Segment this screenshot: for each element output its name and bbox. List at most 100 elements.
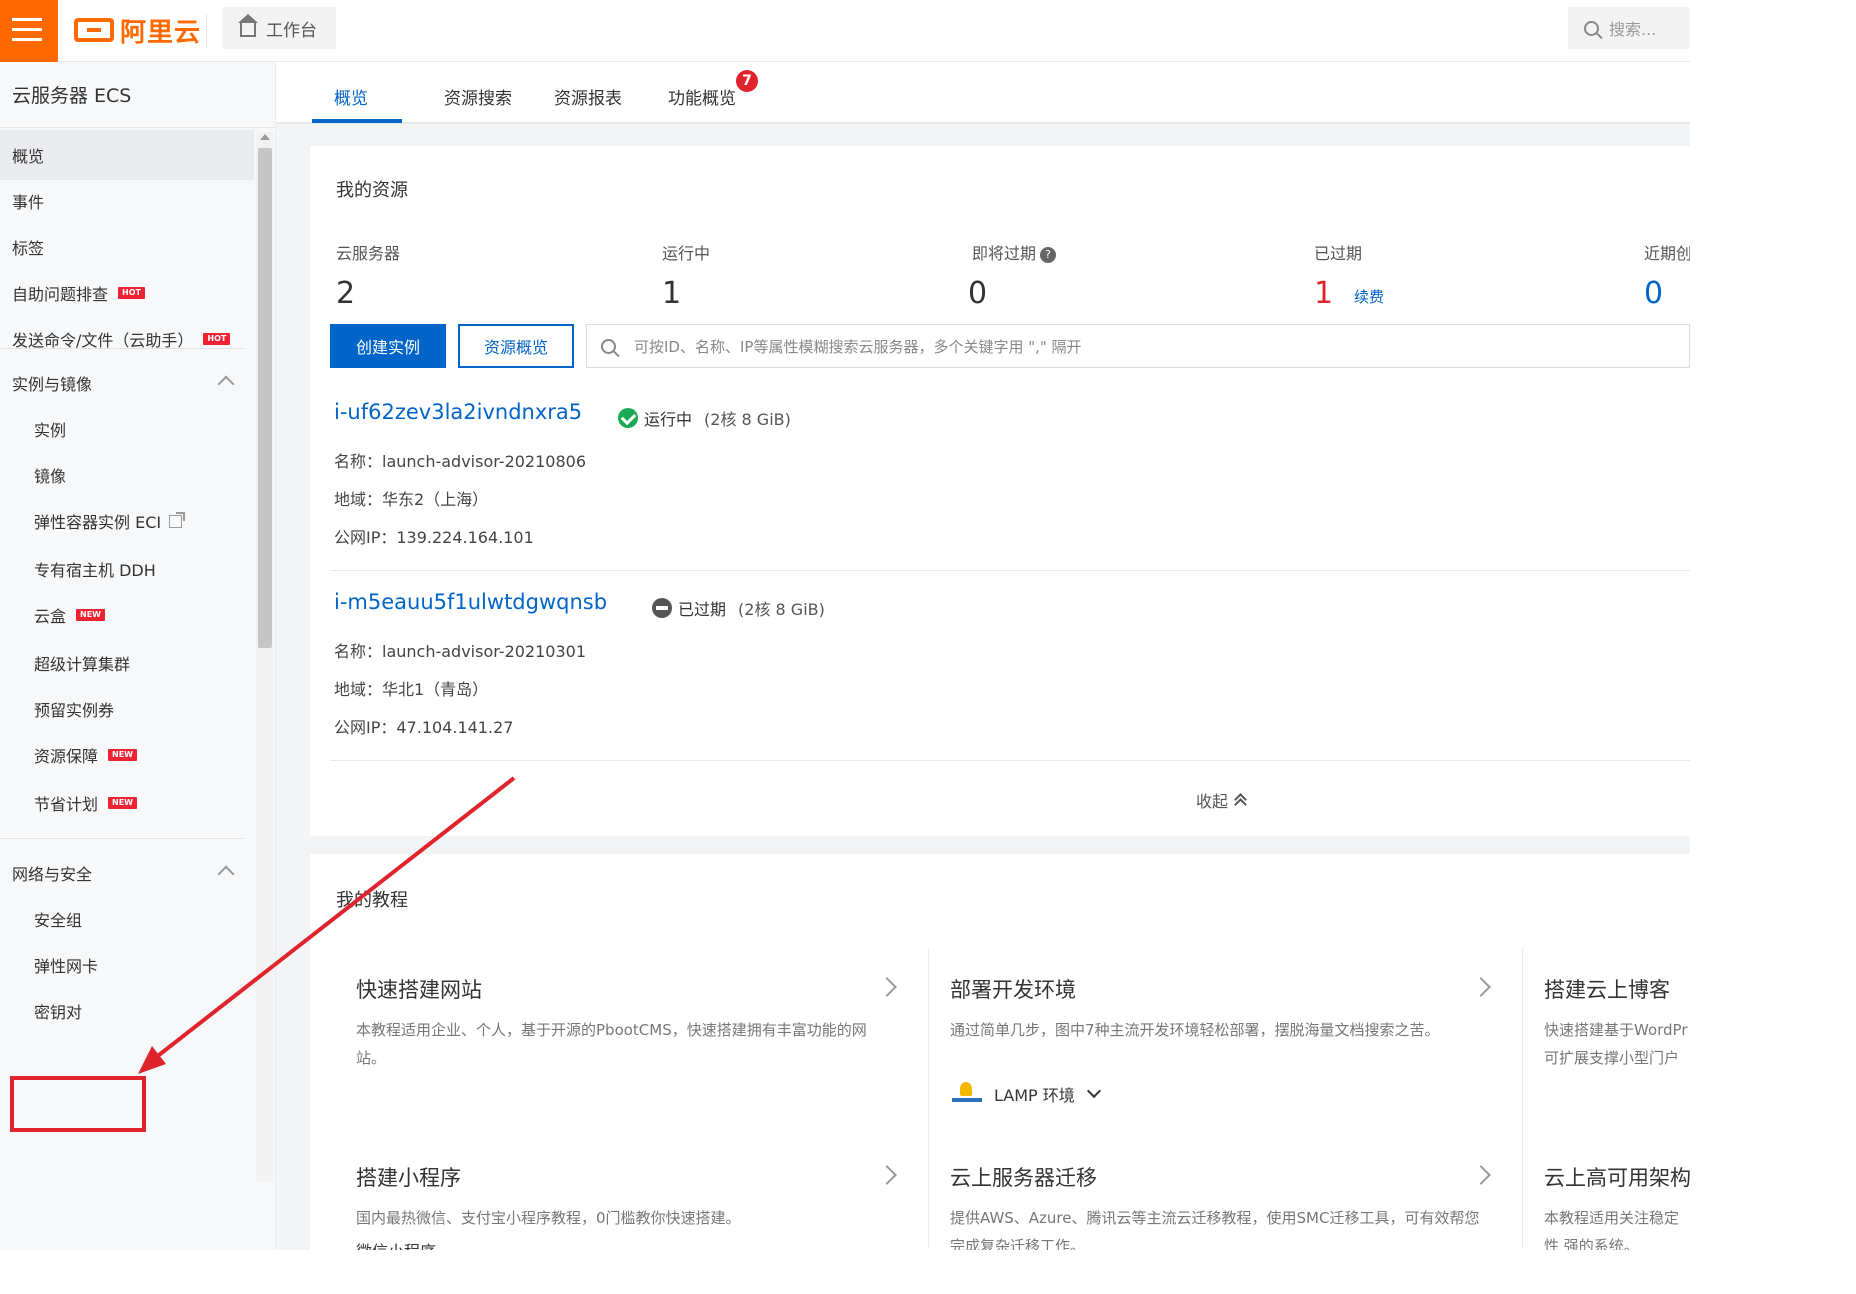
aliyun-logo[interactable]: 阿里云 (74, 10, 201, 50)
sidebar-item-label: 预留实例券 (34, 701, 115, 720)
tutorial-title[interactable]: 搭建云上博客 (1544, 974, 1670, 1004)
hot-badge: HOT (118, 287, 145, 299)
home-icon (238, 14, 258, 37)
sidebar-item-tags[interactable]: 标签 (0, 222, 254, 272)
env-dropdown[interactable]: 微信小程序 (356, 1238, 436, 1250)
sidebar-item-reserved-instances[interactable]: 预留实例券 (0, 684, 254, 734)
tutorial-description: 国内最热微信、支付宝小程序教程，0门槛教你快速搭建。 (356, 1209, 741, 1227)
new-badge: NEW (76, 609, 105, 621)
tutorial-description: 通过简单几步，图中7种主流开发环境轻松部署，摆脱海量文档搜索之苦。 (950, 1021, 1440, 1039)
sidebar-item-label: 资源保障 (34, 747, 99, 766)
sidebar-item-savings-plan[interactable]: 节省计划 NEW (0, 778, 254, 828)
scroll-up-arrow-icon[interactable] (260, 134, 270, 140)
sidebar-item-security-group[interactable]: 安全组 (0, 894, 254, 944)
sidebar-item-label: 密钥对 (34, 1003, 83, 1022)
sidebar-item-troubleshoot[interactable]: 自助问题排查 HOT (0, 268, 254, 318)
instance-name: 名称：launch-advisor-20210301 (334, 642, 587, 661)
sidebar-item-eci[interactable]: 弹性容器实例 ECI (0, 496, 254, 546)
sidebar-item-cloud-assistant[interactable]: 发送命令/文件（云助手） HOT (0, 314, 254, 364)
column-divider (928, 948, 929, 1248)
sidebar-item-images[interactable]: 镜像 (0, 450, 254, 500)
sidebar-item-key-pairs[interactable]: 密钥对 (0, 986, 254, 1036)
sidebar-item-label: 弹性容器实例 ECI (34, 513, 162, 532)
sidebar-item-label: 节省计划 (34, 795, 99, 814)
tutorial-title[interactable]: 部署开发环境 (950, 974, 1076, 1004)
tutorial-title[interactable]: 快速搭建网站 (356, 974, 482, 1004)
tab-overview[interactable]: 概览 (334, 84, 368, 109)
sidebar-divider (0, 348, 244, 349)
sidebar-item-overview[interactable]: 概览 (0, 130, 254, 180)
logo-text: 阿里云 (120, 17, 202, 48)
tab-feature-overview[interactable]: 功能概览 (668, 84, 736, 109)
env-dropdown[interactable]: LAMP 环境 (950, 1082, 1101, 1106)
my-resources-title: 我的资源 (336, 180, 408, 201)
sidebar-group-instances[interactable]: 实例与镜像 (0, 358, 254, 408)
tutorial-title[interactable]: 云上服务器迁移 (950, 1162, 1097, 1192)
collapse-label: 收起 (1196, 792, 1229, 811)
tab-bar: 概览 资源搜索 资源报表 功能概览 7 (276, 62, 1690, 124)
sidebar-item-cloud-box[interactable]: 云盒 NEW (0, 590, 254, 640)
sidebar-scroll-thumb[interactable] (258, 148, 272, 648)
workbench-button[interactable]: 工作台 (222, 7, 336, 49)
sidebar-title: 云服务器 ECS (0, 62, 275, 128)
sidebar-item-label: 超级计算集群 (34, 655, 131, 674)
stat-value-servers[interactable]: 2 (336, 276, 355, 311)
stat-value-running[interactable]: 1 (662, 276, 681, 311)
instance-spec: (2核 8 GiB) (738, 600, 825, 619)
sidebar-item-label: 事件 (12, 193, 45, 212)
tab-resource-search[interactable]: 资源搜索 (444, 84, 512, 109)
instance-id-link[interactable]: i-m5eauu5f1ulwtdgwqnsb (334, 590, 607, 614)
instance-name: 名称：launch-advisor-20210806 (334, 452, 587, 471)
stat-value-expiring[interactable]: 0 (968, 276, 987, 311)
expired-stop-icon (652, 598, 672, 618)
global-search-placeholder: 搜索... (1609, 20, 1657, 39)
tab-resource-report[interactable]: 资源报表 (554, 84, 622, 109)
page-bottom-margin (0, 1250, 1856, 1294)
my-tutorials-title: 我的教程 (336, 890, 408, 911)
sidebar-item-ddh[interactable]: 专有宿主机 DDH (0, 544, 254, 594)
sidebar-item-eni[interactable]: 弹性网卡 (0, 940, 254, 990)
sidebar-item-resource-guarantee[interactable]: 资源保障 NEW (0, 730, 254, 780)
sidebar-scrollbar[interactable] (256, 132, 274, 1182)
sidebar-item-events[interactable]: 事件 (0, 176, 254, 226)
hot-badge: HOT (203, 333, 231, 345)
instance-region: 地域：华东2（上海） (334, 490, 489, 509)
double-chevron-up-icon (1234, 794, 1246, 806)
sidebar-group-network[interactable]: 网络与安全 (0, 848, 254, 898)
row-divider (330, 570, 1690, 571)
sidebar-divider (0, 838, 244, 839)
collapse-link[interactable]: 收起 (1196, 788, 1246, 812)
resource-overview-button[interactable]: 资源概览 (458, 324, 574, 368)
sidebar-item-label: 实例 (34, 421, 67, 440)
sidebar: 云服务器 ECS 概览 事件 标签 自助问题排查 HOT 发送命令/文件（云助手… (0, 62, 276, 1250)
instance-search-input[interactable]: 可按ID、名称、IP等属性模糊搜索云服务器，多个关键字用 "," 隔开 (586, 324, 1690, 368)
sidebar-item-instances[interactable]: 实例 (0, 404, 254, 454)
notification-badge: 7 (736, 70, 758, 92)
new-badge: NEW (108, 749, 137, 761)
instance-id-link[interactable]: i-uf62zev3la2ivndnxra5 (334, 400, 582, 424)
sidebar-item-label: 镜像 (34, 467, 67, 486)
hamburger-menu-icon[interactable] (0, 0, 58, 62)
global-search-input[interactable]: 搜索... (1568, 7, 1690, 49)
tutorial-description: 本教程适用企业、个人，基于开源的PbootCMS，快速搭建拥有丰富功能的网站。 (356, 1021, 867, 1067)
tutorial-title[interactable]: 搭建小程序 (356, 1162, 461, 1192)
chevron-up-icon (217, 375, 235, 393)
stat-value-recent[interactable]: 0 (1644, 276, 1663, 311)
tutorial-title[interactable]: 云上高可用架构 (1544, 1162, 1691, 1192)
stat-label-servers: 云服务器 (336, 244, 401, 263)
sidebar-item-label: 专有宿主机 DDH (34, 561, 156, 580)
help-icon[interactable]: ? (1040, 247, 1057, 263)
tutorial-description: 快速搭建基于WordPr 可扩展支撑小型门户网 (1544, 1021, 1688, 1067)
sidebar-item-label: 云盒 (34, 607, 67, 626)
instance-region: 地域：华北1（青岛） (334, 680, 489, 699)
sidebar-item-label: 弹性网卡 (34, 957, 99, 976)
stat-value-expired[interactable]: 1 (1314, 276, 1333, 311)
instance-status: 运行中 (2核 8 GiB) (618, 406, 791, 430)
env-dropdown-label: 微信小程序 (356, 1238, 436, 1250)
create-instance-button[interactable]: 创建实例 (330, 324, 446, 368)
renew-link[interactable]: 续费 (1354, 286, 1384, 307)
active-tab-indicator (312, 119, 402, 123)
stat-label-running: 运行中 (662, 244, 711, 263)
stat-label-expired: 已过期 (1314, 244, 1363, 263)
sidebar-item-super-computing[interactable]: 超级计算集群 (0, 638, 254, 688)
